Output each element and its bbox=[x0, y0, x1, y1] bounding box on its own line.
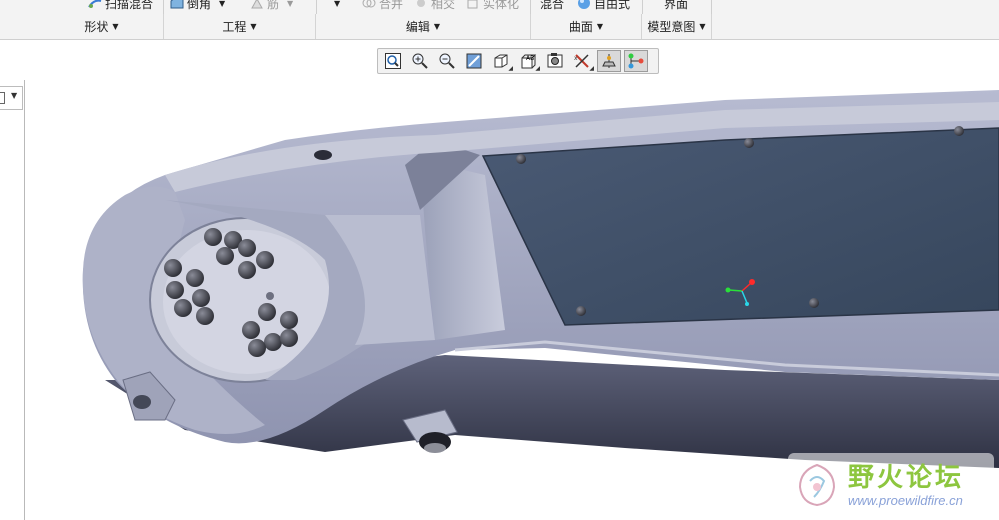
interface-button[interactable]: 界面 bbox=[664, 0, 688, 11]
panel-icon bbox=[0, 92, 5, 104]
group-engineering-dropdown[interactable]: 工程 ▼ bbox=[164, 14, 316, 39]
solidify-button[interactable]: 实体化 bbox=[466, 0, 519, 11]
group-edit-label: 编辑 bbox=[405, 20, 430, 34]
freestyle-label: 自由式 bbox=[594, 0, 631, 11]
svg-text:AB: AB bbox=[526, 55, 534, 62]
watermark-url: www.proewildfire.cn bbox=[848, 493, 963, 508]
zoom-out-icon bbox=[439, 53, 455, 69]
group-shape-dropdown[interactable]: 形状 ▼ bbox=[40, 14, 164, 39]
part-model bbox=[82, 90, 999, 468]
group-model-intent-label: 模型意图 bbox=[647, 20, 696, 34]
group-shape-label: 形状 bbox=[84, 20, 109, 34]
freestyle-button[interactable]: 自由式 bbox=[577, 0, 630, 11]
solidify-label: 实体化 bbox=[483, 0, 520, 11]
repaint-icon bbox=[466, 53, 482, 69]
sweep-blend-label: 扫描混合 bbox=[105, 0, 154, 11]
datum-display-filters-icon: x bbox=[574, 54, 589, 68]
sweep-blend-button[interactable]: 扫描混合 bbox=[88, 0, 153, 11]
spin-center-button[interactable] bbox=[597, 50, 621, 72]
chamfer-label: 倒角 bbox=[187, 0, 212, 11]
rib-button[interactable]: 筋 ▼ bbox=[250, 0, 293, 11]
watermark-title: 野火论坛 bbox=[848, 463, 965, 493]
solidify-icon bbox=[466, 0, 480, 9]
zoom-out-button[interactable] bbox=[435, 50, 459, 72]
repaint-button[interactable] bbox=[462, 50, 486, 72]
annotation-display-icon bbox=[628, 53, 644, 69]
group-engineering-label: 工程 bbox=[222, 20, 247, 34]
chevron-down-icon: ▼ bbox=[596, 22, 604, 31]
saved-orientations-button[interactable]: AB ◢ bbox=[516, 50, 540, 72]
merge-icon bbox=[362, 0, 376, 9]
chevron-down-icon: ▼ bbox=[11, 91, 18, 100]
interface-label: 界面 bbox=[664, 0, 689, 11]
group-edit-dropdown[interactable]: 编辑 ▼ bbox=[316, 14, 531, 39]
display-style-button[interactable]: ◢ bbox=[489, 50, 513, 72]
refit-button[interactable] bbox=[381, 50, 405, 72]
view-manager-button[interactable] bbox=[543, 50, 567, 72]
intersect-icon bbox=[414, 0, 428, 9]
datum-display-filters-button[interactable]: x ◢ bbox=[570, 50, 594, 72]
chevron-down-icon: ▼ bbox=[433, 22, 441, 31]
saved-orientations-icon: AB bbox=[521, 54, 537, 69]
rib-label: 筋 bbox=[267, 0, 280, 11]
spin-center-icon bbox=[602, 54, 616, 68]
merge-button[interactable]: 合并 bbox=[362, 0, 403, 11]
chevron-down-icon: ▼ bbox=[112, 22, 119, 31]
chamfer-button[interactable]: 倒角 ▼ bbox=[170, 0, 225, 11]
sweep-blend-icon bbox=[88, 0, 102, 9]
chamfer-icon bbox=[170, 0, 184, 9]
blend-label: 混合 bbox=[540, 0, 565, 11]
rib-icon bbox=[250, 0, 264, 9]
blend-button[interactable]: 混合 bbox=[540, 0, 564, 11]
model-tree-panel bbox=[0, 80, 25, 520]
display-style-icon bbox=[494, 54, 508, 68]
merge-label: 合并 bbox=[379, 0, 404, 11]
zoom-in-icon bbox=[412, 53, 428, 69]
group-surfaces-label: 曲面 bbox=[568, 20, 593, 34]
group-surfaces-dropdown[interactable]: 曲面 ▼ bbox=[531, 14, 642, 39]
zoom-in-button[interactable] bbox=[408, 50, 432, 72]
edit-more-dropdown[interactable]: ▼ bbox=[334, 0, 340, 11]
intersect-label: 相交 bbox=[431, 0, 456, 11]
ribbon-command-row: 扫描混合 倒角 ▼ 筋 ▼ ▼ 合并 相交 实体化 混合 自由式 界面 bbox=[0, 0, 999, 14]
view-manager-icon bbox=[547, 53, 563, 68]
refit-icon bbox=[385, 53, 401, 69]
panel-settings-dropdown[interactable]: ▼ bbox=[0, 86, 23, 110]
svg-text:x: x bbox=[574, 55, 578, 62]
intersect-button[interactable]: 相交 bbox=[414, 0, 455, 11]
ribbon-group-bar: 形状 ▼ 工程 ▼ 编辑 ▼ 曲面 ▼ 模型意图 ▼ bbox=[0, 14, 999, 40]
chevron-down-icon: ▼ bbox=[699, 22, 706, 31]
annotation-display-button[interactable] bbox=[624, 50, 648, 72]
group-model-intent-dropdown[interactable]: 模型意图 ▼ bbox=[642, 14, 712, 39]
watermark: 野火论坛 www.proewildfire.cn bbox=[788, 453, 994, 515]
freestyle-icon bbox=[577, 0, 591, 9]
forum-logo-icon bbox=[798, 463, 836, 507]
chevron-down-icon: ▼ bbox=[250, 22, 257, 31]
graphics-toolbar: ◢ AB ◢ x ◢ bbox=[377, 48, 659, 74]
